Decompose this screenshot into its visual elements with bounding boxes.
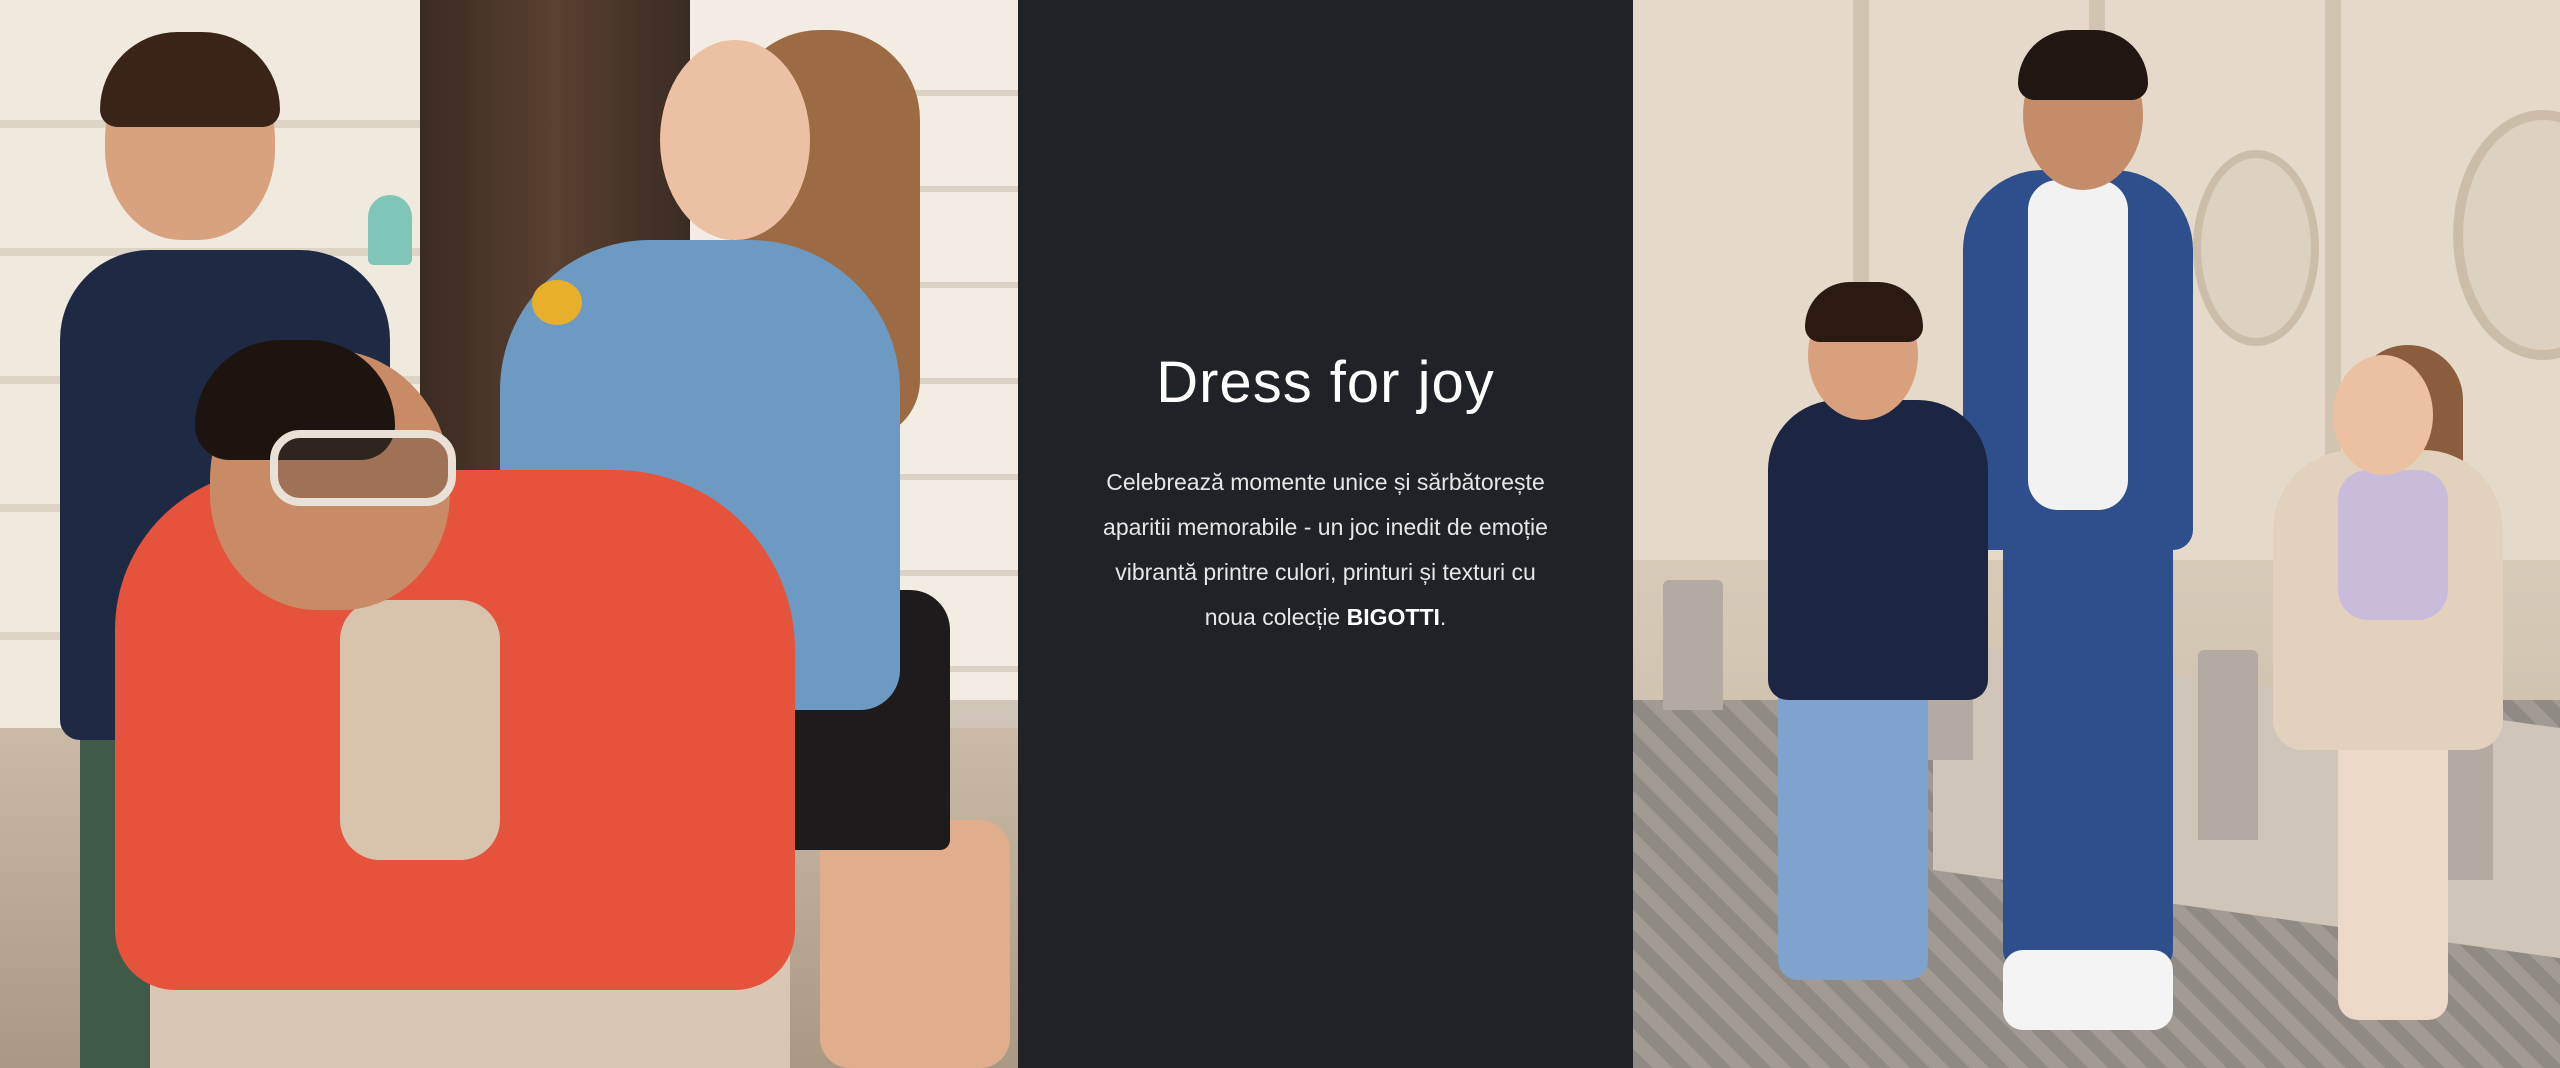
man-white-tee <box>2028 180 2128 510</box>
girl-legs <box>2338 730 2448 1020</box>
girl-head <box>660 40 810 240</box>
stone-medallion <box>2193 150 2319 346</box>
bollard <box>2198 650 2258 840</box>
description-line-2: aparitii memorabile - un joc inedit de e… <box>1103 513 1548 540</box>
man-pinstripe-trousers <box>2003 520 2173 970</box>
campaign-headline: Dress for joy <box>1156 349 1495 415</box>
sunglasses-icon <box>270 430 456 506</box>
description-line-4: noua colecție <box>1204 603 1347 630</box>
description-period: . <box>1439 603 1447 630</box>
boy-navy-blazer <box>1768 400 1988 700</box>
girl-lilac-top <box>2338 470 2448 620</box>
campaign-description: Celebrează momente unice și sărbătorește… <box>1046 460 1606 640</box>
girl-head <box>2333 355 2433 475</box>
description-line-3: vibrantă printre culori, printuri și tex… <box>1115 558 1536 585</box>
right-lifestyle-photo[interactable] <box>1633 0 2560 1068</box>
hero-banner: Dress for joy Celebrează momente unice ș… <box>0 0 2560 1068</box>
left-lifestyle-photo[interactable] <box>0 0 1018 1068</box>
boy-hair <box>1805 282 1923 342</box>
brand-name: BIGOTTI <box>1346 603 1440 630</box>
man-beige-tee <box>340 600 500 860</box>
bollard <box>1663 580 1723 710</box>
ice-cream-scoop <box>532 280 582 325</box>
description-line-1: Celebrează momente unice și sărbătorește <box>1106 468 1545 495</box>
campaign-text-panel: Dress for joy Celebrează momente unice ș… <box>1018 0 1633 1068</box>
boy-jeans <box>1778 660 1928 980</box>
campaign-copy: Dress for joy Celebrează momente unice ș… <box>1046 349 1606 640</box>
girl-legs <box>820 820 1010 1068</box>
ice-cream-cone <box>368 195 412 265</box>
man-white-sneakers <box>2003 950 2173 1030</box>
